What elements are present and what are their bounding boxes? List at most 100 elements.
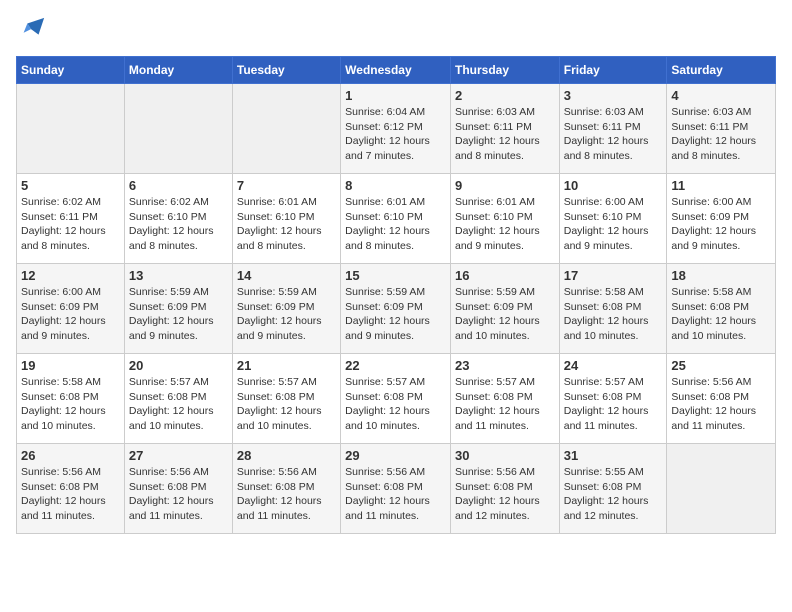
day-info: Sunrise: 5:59 AM Sunset: 6:09 PM Dayligh… bbox=[455, 285, 555, 344]
day-number: 29 bbox=[345, 448, 446, 463]
day-cell-25: 25Sunrise: 5:56 AM Sunset: 6:08 PM Dayli… bbox=[667, 354, 776, 444]
day-cell-12: 12 Sunrise: 6:00 AM Sunset: 6:09 PM Dayli… bbox=[17, 264, 125, 354]
day-number: 16 bbox=[455, 268, 555, 283]
day-info: Sunrise: 5:58 AM Sunset: 6:08 PM Dayligh… bbox=[21, 375, 120, 434]
day-cell-11: 11 Sunrise: 6:00 AM Sunset: 6:09 PM Dayli… bbox=[667, 174, 776, 264]
day-info: Sunrise: 5:58 AM Sunset: 6:08 PM Dayligh… bbox=[671, 285, 771, 344]
day-number: 5 bbox=[21, 178, 120, 193]
day-cell-2: 2 Sunrise: 6:03 AM Sunset: 6:11 PM Daylig… bbox=[450, 84, 559, 174]
day-number: 23 bbox=[455, 358, 555, 373]
weekday-header-tuesday: Tuesday bbox=[232, 57, 340, 84]
day-info: Sunrise: 6:03 AM Sunset: 6:11 PM Dayligh… bbox=[455, 105, 555, 164]
day-number: 13 bbox=[129, 268, 228, 283]
day-number: 26 bbox=[21, 448, 120, 463]
day-number: 30 bbox=[455, 448, 555, 463]
day-info: Sunrise: 5:57 AM Sunset: 6:08 PM Dayligh… bbox=[129, 375, 228, 434]
day-number: 18 bbox=[671, 268, 771, 283]
day-number: 8 bbox=[345, 178, 446, 193]
day-number: 9 bbox=[455, 178, 555, 193]
day-number: 7 bbox=[237, 178, 336, 193]
day-number: 4 bbox=[671, 88, 771, 103]
day-cell-17: 17 Sunrise: 5:58 AM Sunset: 6:08 PM Dayli… bbox=[559, 264, 667, 354]
day-info: Sunrise: 5:57 AM Sunset: 6:08 PM Dayligh… bbox=[564, 375, 663, 434]
day-cell-21: 21 Sunrise: 5:57 AM Sunset: 6:08 PM Dayli… bbox=[232, 354, 340, 444]
week-row-1: 1Sunrise: 6:04 AM Sunset: 6:12 PM Daylig… bbox=[17, 84, 776, 174]
day-info: Sunrise: 5:58 AM Sunset: 6:08 PM Dayligh… bbox=[564, 285, 663, 344]
day-cell-27: 27 Sunrise: 5:56 AM Sunset: 6:08 PM Dayli… bbox=[124, 444, 232, 534]
calendar-table: SundayMondayTuesdayWednesdayThursdayFrid… bbox=[16, 56, 776, 534]
day-cell-26: 26 Sunrise: 5:56 AM Sunset: 6:08 PM Dayli… bbox=[17, 444, 125, 534]
week-row-2: 5Sunrise: 6:02 AM Sunset: 6:11 PM Daylig… bbox=[17, 174, 776, 264]
day-number: 27 bbox=[129, 448, 228, 463]
day-cell-31: 31 Sunrise: 5:55 AM Sunset: 6:08 PM Dayli… bbox=[559, 444, 667, 534]
day-cell-3: 3Sunrise: 6:03 AM Sunset: 6:11 PM Daylig… bbox=[559, 84, 667, 174]
week-row-4: 19 Sunrise: 5:58 AM Sunset: 6:08 PM Dayli… bbox=[17, 354, 776, 444]
day-number: 31 bbox=[564, 448, 663, 463]
day-number: 3 bbox=[564, 88, 663, 103]
day-info: Sunrise: 5:56 AM Sunset: 6:08 PM Dayligh… bbox=[345, 465, 446, 524]
weekday-header-wednesday: Wednesday bbox=[341, 57, 451, 84]
logo-icon bbox=[18, 16, 46, 44]
page-header bbox=[16, 16, 776, 44]
day-info: Sunrise: 6:01 AM Sunset: 6:10 PM Dayligh… bbox=[455, 195, 555, 254]
day-number: 10 bbox=[564, 178, 663, 193]
day-cell-29: 29 Sunrise: 5:56 AM Sunset: 6:08 PM Dayli… bbox=[341, 444, 451, 534]
day-number: 24 bbox=[564, 358, 663, 373]
weekday-header-thursday: Thursday bbox=[450, 57, 559, 84]
day-info: Sunrise: 5:59 AM Sunset: 6:09 PM Dayligh… bbox=[129, 285, 228, 344]
day-number: 25 bbox=[671, 358, 771, 373]
day-number: 11 bbox=[671, 178, 771, 193]
day-cell-4: 4 Sunrise: 6:03 AM Sunset: 6:11 PM Daylig… bbox=[667, 84, 776, 174]
day-cell-23: 23Sunrise: 5:57 AM Sunset: 6:08 PM Dayli… bbox=[450, 354, 559, 444]
day-info: Sunrise: 5:56 AM Sunset: 6:08 PM Dayligh… bbox=[129, 465, 228, 524]
weekday-header-monday: Monday bbox=[124, 57, 232, 84]
day-info: Sunrise: 5:59 AM Sunset: 6:09 PM Dayligh… bbox=[345, 285, 446, 344]
day-number: 15 bbox=[345, 268, 446, 283]
logo bbox=[16, 16, 46, 44]
day-number: 6 bbox=[129, 178, 228, 193]
day-cell-8: 8 Sunrise: 6:01 AM Sunset: 6:10 PM Daylig… bbox=[341, 174, 451, 264]
day-info: Sunrise: 6:00 AM Sunset: 6:10 PM Dayligh… bbox=[564, 195, 663, 254]
day-cell-15: 15 Sunrise: 5:59 AM Sunset: 6:09 PM Dayli… bbox=[341, 264, 451, 354]
day-info: Sunrise: 5:55 AM Sunset: 6:08 PM Dayligh… bbox=[564, 465, 663, 524]
weekday-header-saturday: Saturday bbox=[667, 57, 776, 84]
day-cell-24: 24 Sunrise: 5:57 AM Sunset: 6:08 PM Dayli… bbox=[559, 354, 667, 444]
day-cell-5: 5Sunrise: 6:02 AM Sunset: 6:11 PM Daylig… bbox=[17, 174, 125, 264]
day-info: Sunrise: 6:03 AM Sunset: 6:11 PM Dayligh… bbox=[671, 105, 771, 164]
day-number: 14 bbox=[237, 268, 336, 283]
day-cell-19: 19 Sunrise: 5:58 AM Sunset: 6:08 PM Dayli… bbox=[17, 354, 125, 444]
day-number: 22 bbox=[345, 358, 446, 373]
week-row-5: 26 Sunrise: 5:56 AM Sunset: 6:08 PM Dayli… bbox=[17, 444, 776, 534]
day-cell-14: 14Sunrise: 5:59 AM Sunset: 6:09 PM Dayli… bbox=[232, 264, 340, 354]
day-number: 21 bbox=[237, 358, 336, 373]
day-info: Sunrise: 6:02 AM Sunset: 6:10 PM Dayligh… bbox=[129, 195, 228, 254]
week-row-3: 12 Sunrise: 6:00 AM Sunset: 6:09 PM Dayli… bbox=[17, 264, 776, 354]
day-cell-9: 9 Sunrise: 6:01 AM Sunset: 6:10 PM Daylig… bbox=[450, 174, 559, 264]
day-number: 28 bbox=[237, 448, 336, 463]
day-number: 12 bbox=[21, 268, 120, 283]
day-info: Sunrise: 6:00 AM Sunset: 6:09 PM Dayligh… bbox=[671, 195, 771, 254]
weekday-header-sunday: Sunday bbox=[17, 57, 125, 84]
day-cell-1: 1Sunrise: 6:04 AM Sunset: 6:12 PM Daylig… bbox=[341, 84, 451, 174]
day-number: 1 bbox=[345, 88, 446, 103]
day-cell-16: 16 Sunrise: 5:59 AM Sunset: 6:09 PM Dayli… bbox=[450, 264, 559, 354]
day-number: 2 bbox=[455, 88, 555, 103]
day-info: Sunrise: 6:00 AM Sunset: 6:09 PM Dayligh… bbox=[21, 285, 120, 344]
day-number: 19 bbox=[21, 358, 120, 373]
day-number: 17 bbox=[564, 268, 663, 283]
day-cell-7: 7Sunrise: 6:01 AM Sunset: 6:10 PM Daylig… bbox=[232, 174, 340, 264]
day-info: Sunrise: 5:56 AM Sunset: 6:08 PM Dayligh… bbox=[237, 465, 336, 524]
day-cell-30: 30 Sunrise: 5:56 AM Sunset: 6:08 PM Dayli… bbox=[450, 444, 559, 534]
day-info: Sunrise: 5:57 AM Sunset: 6:08 PM Dayligh… bbox=[345, 375, 446, 434]
day-info: Sunrise: 5:56 AM Sunset: 6:08 PM Dayligh… bbox=[455, 465, 555, 524]
day-info: Sunrise: 6:01 AM Sunset: 6:10 PM Dayligh… bbox=[345, 195, 446, 254]
empty-cell bbox=[667, 444, 776, 534]
weekday-header-row: SundayMondayTuesdayWednesdayThursdayFrid… bbox=[17, 57, 776, 84]
empty-cell bbox=[17, 84, 125, 174]
empty-cell bbox=[124, 84, 232, 174]
day-cell-18: 18 Sunrise: 5:58 AM Sunset: 6:08 PM Dayli… bbox=[667, 264, 776, 354]
empty-cell bbox=[232, 84, 340, 174]
day-info: Sunrise: 5:56 AM Sunset: 6:08 PM Dayligh… bbox=[21, 465, 120, 524]
day-cell-20: 20Sunrise: 5:57 AM Sunset: 6:08 PM Dayli… bbox=[124, 354, 232, 444]
day-info: Sunrise: 5:57 AM Sunset: 6:08 PM Dayligh… bbox=[237, 375, 336, 434]
